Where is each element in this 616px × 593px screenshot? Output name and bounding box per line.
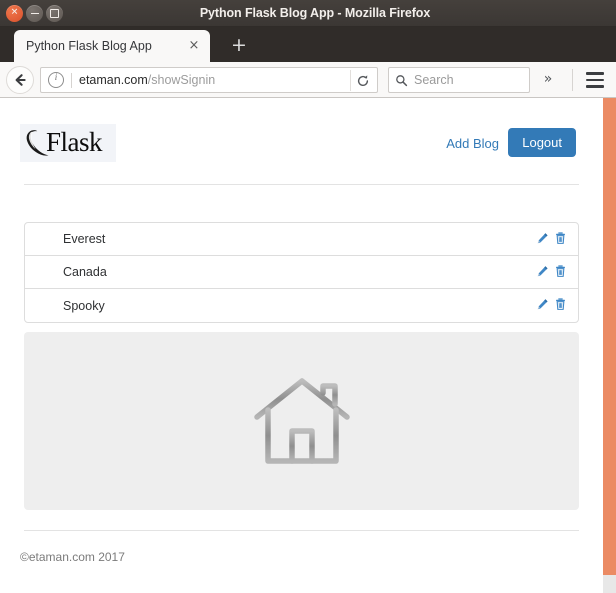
desktop-background-strip [603, 98, 616, 575]
url-text: etaman.com/showSignin [79, 73, 377, 87]
window-title: Python Flask Blog App - Mozilla Firefox [199, 6, 431, 20]
maximize-icon [50, 9, 59, 18]
add-blog-link[interactable]: Add Blog [446, 136, 499, 151]
search-bar[interactable]: Search [388, 67, 530, 93]
reload-icon [357, 74, 369, 86]
url-host: etaman.com [79, 73, 148, 87]
tab-label: Python Flask Blog App [26, 39, 152, 53]
search-icon [395, 74, 408, 87]
url-bar[interactable]: etaman.com/showSignin [40, 67, 378, 93]
desktop-background-strip-bottom [603, 575, 616, 593]
tab-close-icon[interactable]: × [186, 38, 202, 54]
back-arrow-icon [15, 74, 26, 86]
blog-title: Everest [63, 232, 106, 246]
site-header: Flask Add Blog Logout [0, 98, 603, 184]
pencil-icon[interactable] [536, 298, 549, 316]
trash-icon[interactable] [554, 264, 567, 283]
site-info-icon[interactable] [48, 72, 64, 88]
maximize-button[interactable] [46, 5, 63, 22]
row-actions [536, 264, 567, 283]
hamburger-menu-icon[interactable] [586, 72, 604, 88]
blog-list-item[interactable]: Spooky [25, 289, 578, 322]
blog-list-item[interactable]: Canada [25, 256, 578, 289]
reload-button[interactable] [350, 70, 375, 91]
image-placeholder-panel [24, 332, 579, 510]
url-divider [71, 72, 72, 88]
footer-copyright: ©etaman.com 2017 [20, 550, 125, 564]
logout-button[interactable]: Logout [508, 128, 576, 157]
browser-window: ✕ Python Flask Blog App - Mozilla Firefo… [0, 0, 616, 593]
blog-list-item[interactable]: Everest [25, 223, 578, 256]
pencil-icon[interactable] [536, 232, 549, 250]
new-tab-button[interactable]: + [228, 35, 250, 57]
brand-wordmark: Flask [46, 126, 103, 157]
close-button[interactable]: ✕ [6, 5, 23, 22]
house-icon [253, 378, 350, 464]
window-controls: ✕ [6, 5, 63, 22]
toolbar-divider [572, 69, 573, 91]
trash-icon[interactable] [554, 231, 567, 250]
toolbar-overflow-button[interactable]: » [538, 71, 558, 87]
blog-title: Canada [63, 265, 107, 279]
minimize-icon [30, 12, 39, 15]
row-actions [536, 297, 567, 316]
back-button[interactable] [6, 66, 34, 94]
web-page: Flask Add Blog Logout Everest Canada Spo… [0, 98, 603, 593]
navigation-toolbar: etaman.com/showSignin Search » [0, 62, 616, 98]
url-path: /showSignin [147, 73, 216, 87]
row-actions [536, 231, 567, 250]
pencil-icon[interactable] [536, 265, 549, 283]
browser-tab[interactable]: Python Flask Blog App × [14, 30, 210, 62]
header-divider [24, 184, 579, 185]
close-icon: ✕ [10, 7, 19, 18]
window-titlebar: ✕ Python Flask Blog App - Mozilla Firefo… [0, 0, 616, 27]
page-viewport: Flask Add Blog Logout Everest Canada Spo… [0, 98, 616, 593]
blog-title: Spooky [63, 298, 105, 313]
tab-strip: Python Flask Blog App × + [0, 27, 616, 62]
blog-list: Everest Canada Spooky [24, 222, 579, 323]
footer-divider [24, 530, 579, 531]
search-input[interactable]: Search [414, 73, 454, 87]
trash-icon[interactable] [554, 297, 567, 316]
brand-logo[interactable]: Flask [20, 124, 116, 162]
minimize-button[interactable] [26, 5, 43, 22]
